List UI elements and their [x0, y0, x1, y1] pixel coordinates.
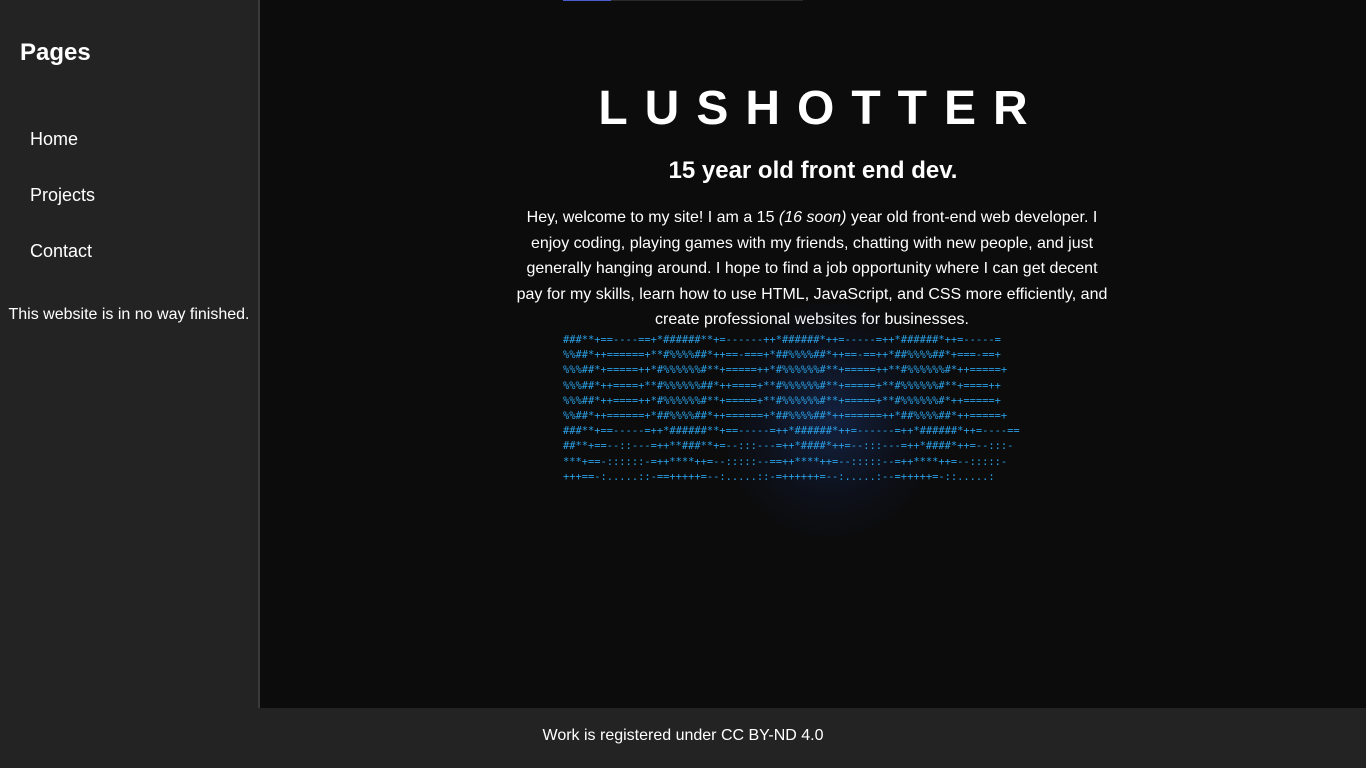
- nav-contact-link[interactable]: Contact: [30, 239, 92, 263]
- site-title: LUSHOTTER: [598, 82, 1045, 135]
- sidebar-heading: Pages: [20, 39, 91, 66]
- main-content: LUSHOTTER 15 year old front end dev. Hey…: [260, 0, 1366, 708]
- footer-license-text: Work is registered under CC BY-ND 4.0: [542, 727, 824, 744]
- footer: Work is registered under CC BY-ND 4.0: [0, 708, 1366, 768]
- top-divider-accent: [563, 0, 611, 1]
- bio-text-start: Hey, welcome to my site! I am a 15: [526, 209, 779, 226]
- tagline: 15 year old front end dev.: [668, 157, 958, 184]
- ascii-art: ###**+==----==+*######**+=------++*#####…: [563, 334, 1020, 483]
- nav-home-link[interactable]: Home: [30, 127, 78, 151]
- nav-projects-link[interactable]: Projects: [30, 183, 95, 207]
- sidebar-note: This website is in no way finished.: [8, 306, 250, 323]
- sidebar: Pages Home Projects Contact This website…: [0, 0, 260, 708]
- bio-age-note: (16 soon): [778, 209, 847, 226]
